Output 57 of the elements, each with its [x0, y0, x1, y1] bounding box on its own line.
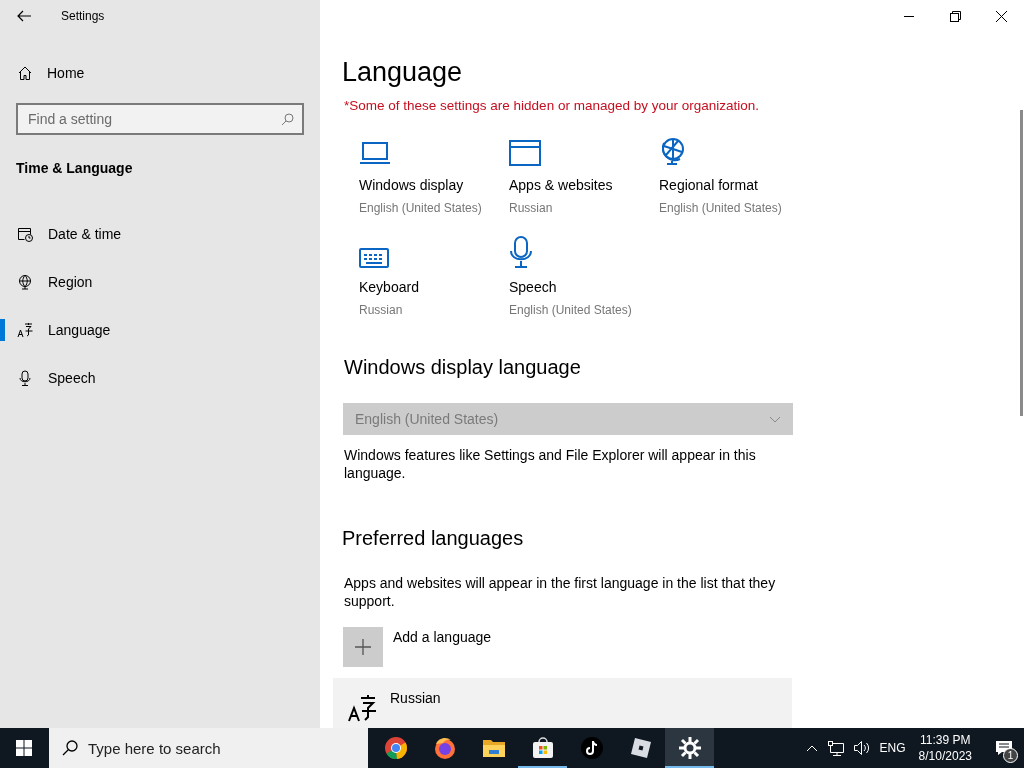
home-icon	[18, 66, 32, 80]
restore-icon	[949, 10, 961, 22]
language-icon	[17, 322, 33, 338]
language-icon	[348, 694, 376, 723]
microphone-icon	[17, 370, 33, 386]
language-indicator[interactable]: ENG	[879, 739, 906, 757]
window-title: Settings	[61, 8, 105, 25]
section-title: Time & Language	[15, 159, 134, 178]
running-indicator	[518, 766, 567, 768]
search-icon	[281, 113, 294, 126]
language-tile[interactable]: Speech English (United States)	[509, 238, 636, 327]
calendar-clock-icon	[17, 226, 33, 242]
chrome-icon	[383, 736, 408, 760]
sidebar-item[interactable]: Date & time	[0, 210, 320, 258]
clock[interactable]: 11:39 PM 8/10/2023	[918, 732, 972, 764]
sidebar-item[interactable]: Speech	[0, 354, 320, 402]
chevron-down-icon	[769, 415, 781, 423]
managed-notice: *Some of these settings are hidden or managed by your organization.	[343, 97, 760, 115]
section-heading: Windows display language	[343, 355, 582, 381]
language-row[interactable]: Russian	[333, 678, 792, 728]
chevron-up-icon	[805, 744, 818, 752]
notification-count-badge: 1	[1003, 748, 1018, 763]
language-tile[interactable]: Apps & websites Russian	[509, 136, 617, 225]
sidebar-item[interactable]: Region	[0, 258, 320, 306]
settings-icon	[677, 736, 702, 760]
language-tile[interactable]: Regional format English (United States)	[659, 136, 786, 225]
shopping-bag-icon	[530, 736, 555, 760]
notification-button[interactable]: 1	[984, 728, 1024, 768]
network-icon	[826, 740, 845, 756]
window-icon	[509, 140, 541, 167]
minimize-icon	[904, 15, 914, 17]
language-tile[interactable]: Keyboard Russian	[359, 238, 423, 327]
windows-logo-icon	[16, 740, 32, 756]
language-tile[interactable]: Windows display English (United States)	[359, 136, 486, 225]
add-language-button[interactable]: Add a language	[343, 627, 492, 668]
plus-icon	[355, 639, 371, 656]
keyboard-icon	[359, 248, 389, 269]
description-text: Windows features like Settings and File Explorer will appear in this language.	[343, 446, 757, 483]
section-heading: Preferred languages	[342, 526, 525, 552]
firefox-icon	[432, 736, 457, 760]
taskbar-search-field[interactable]: Type here to search	[49, 728, 368, 768]
close-icon	[995, 10, 1007, 22]
globe-icon	[17, 274, 33, 290]
home-link[interactable]: Home	[0, 53, 93, 93]
back-arrow-icon	[17, 10, 31, 22]
taskbar-app[interactable]	[665, 728, 714, 768]
laptop-icon	[359, 140, 391, 167]
page-title: Language	[342, 56, 464, 89]
speaker-icon	[852, 740, 871, 756]
selection-indicator	[0, 319, 5, 341]
microphone-icon	[509, 236, 533, 269]
scrollbar-thumb[interactable]	[1020, 110, 1023, 416]
music-note-icon	[579, 736, 604, 760]
search-field[interactable]: Find a setting	[16, 103, 304, 135]
search-icon	[62, 740, 78, 756]
running-indicator	[665, 766, 714, 768]
description-text: Apps and websites will appear in the first language in the list that they support.	[343, 574, 777, 611]
